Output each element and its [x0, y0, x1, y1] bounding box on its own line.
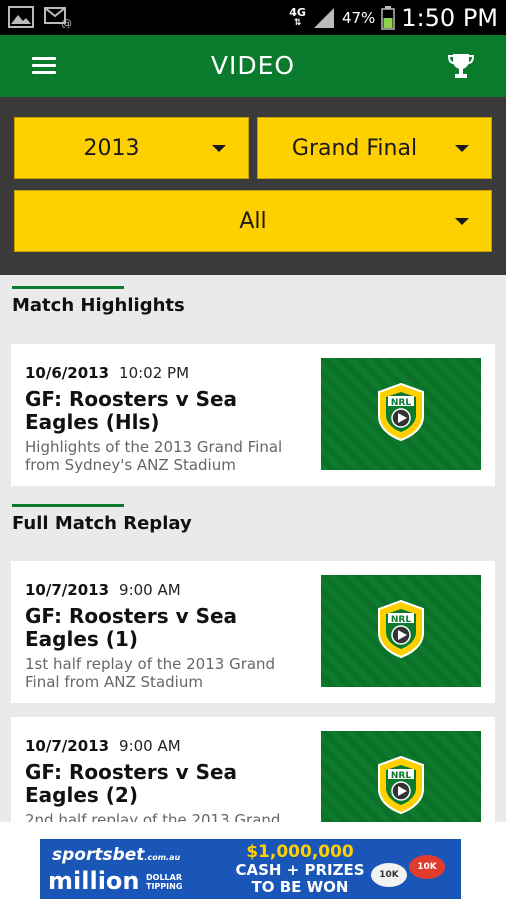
year-dropdown-label: 2013 — [83, 135, 140, 161]
nrl-logo-play-icon: NRL — [378, 599, 424, 659]
chevron-down-icon — [455, 145, 469, 152]
ad-ball-1: 10K — [371, 863, 407, 887]
svg-text:NRL: NRL — [391, 398, 411, 408]
page-title: VIDEO — [210, 51, 296, 80]
video-card[interactable]: 10/7/2013 9:00 AM GF: Roosters v Sea Eagl… — [11, 717, 495, 822]
video-time: 9:00 AM — [119, 737, 181, 755]
svg-text:NRL: NRL — [391, 771, 411, 781]
video-description: 2nd half replay of the 2013 Grand — [25, 811, 281, 822]
network-indicator: 4G ⇅ — [289, 6, 306, 28]
chevron-down-icon — [212, 145, 226, 152]
battery-percent: 47% — [341, 9, 376, 27]
svg-text:@: @ — [61, 17, 72, 28]
video-date: 10/7/2013 9:00 AM — [25, 581, 181, 599]
status-bar: @ 4G ⇅ 47% 1:50 PM — [0, 0, 506, 35]
video-description: Highlights of the 2013 Grand Final from … — [25, 438, 283, 474]
chevron-down-icon — [455, 218, 469, 225]
video-description: 1st half replay of the 2013 Grand Final … — [25, 655, 276, 691]
section-divider — [12, 286, 124, 289]
trophy-icon[interactable] — [446, 51, 476, 81]
nrl-logo-play-icon: NRL — [378, 755, 424, 815]
video-time: 9:00 AM — [119, 581, 181, 599]
video-thumbnail[interactable]: NRL — [321, 575, 481, 687]
mail-icon: @ — [44, 7, 72, 28]
team-dropdown-label: All — [239, 208, 267, 234]
section-title-replay: Full Match Replay — [12, 513, 192, 534]
clock: 1:50 PM — [401, 4, 498, 32]
team-dropdown[interactable]: All — [14, 190, 492, 252]
ad-prize: $1,000,000 CASH + PRIZES TO BE WON — [235, 842, 365, 896]
section-title-highlights: Match Highlights — [12, 295, 185, 316]
video-thumbnail[interactable]: NRL — [321, 731, 481, 822]
filter-panel: 2013 Grand Final All — [0, 97, 506, 275]
ad-tipping: DOLLAR TIPPING — [146, 873, 183, 891]
video-card[interactable]: 10/6/2013 10:02 PM GF: Roosters v Sea Eag… — [11, 344, 495, 486]
round-dropdown-label: Grand Final — [291, 135, 418, 161]
ad-football-graphic: 10K 10K — [371, 849, 451, 895]
video-card[interactable]: 10/7/2013 9:00 AM GF: Roosters v Sea Eagl… — [11, 561, 495, 703]
video-date: 10/6/2013 10:02 PM — [25, 364, 190, 382]
ad-creative[interactable]: sportsbet.com.au million DOLLAR TIPPING … — [40, 839, 461, 899]
battery-icon — [381, 6, 396, 30]
round-dropdown[interactable]: Grand Final — [257, 117, 492, 179]
video-date: 10/7/2013 9:00 AM — [25, 737, 181, 755]
video-title: GF: Roosters v Sea Eagles (Hls) — [25, 387, 238, 434]
video-title: GF: Roosters v Sea Eagles (2) — [25, 760, 238, 807]
video-title: GF: Roosters v Sea Eagles (1) — [25, 604, 238, 651]
section-divider — [12, 504, 124, 507]
ad-million: million — [48, 867, 140, 895]
signal-icon — [313, 8, 334, 28]
ad-brand: sportsbet.com.au — [52, 845, 181, 865]
video-time: 10:02 PM — [119, 364, 190, 382]
svg-text:NRL: NRL — [391, 615, 411, 625]
video-thumbnail[interactable]: NRL — [321, 358, 481, 470]
gallery-icon — [8, 6, 34, 28]
app-bar: VIDEO — [0, 35, 506, 97]
nrl-logo-play-icon: NRL — [378, 382, 424, 442]
year-dropdown[interactable]: 2013 — [14, 117, 249, 179]
ad-banner[interactable]: sportsbet.com.au million DOLLAR TIPPING … — [0, 822, 506, 900]
ad-ball-2: 10K — [409, 855, 445, 879]
